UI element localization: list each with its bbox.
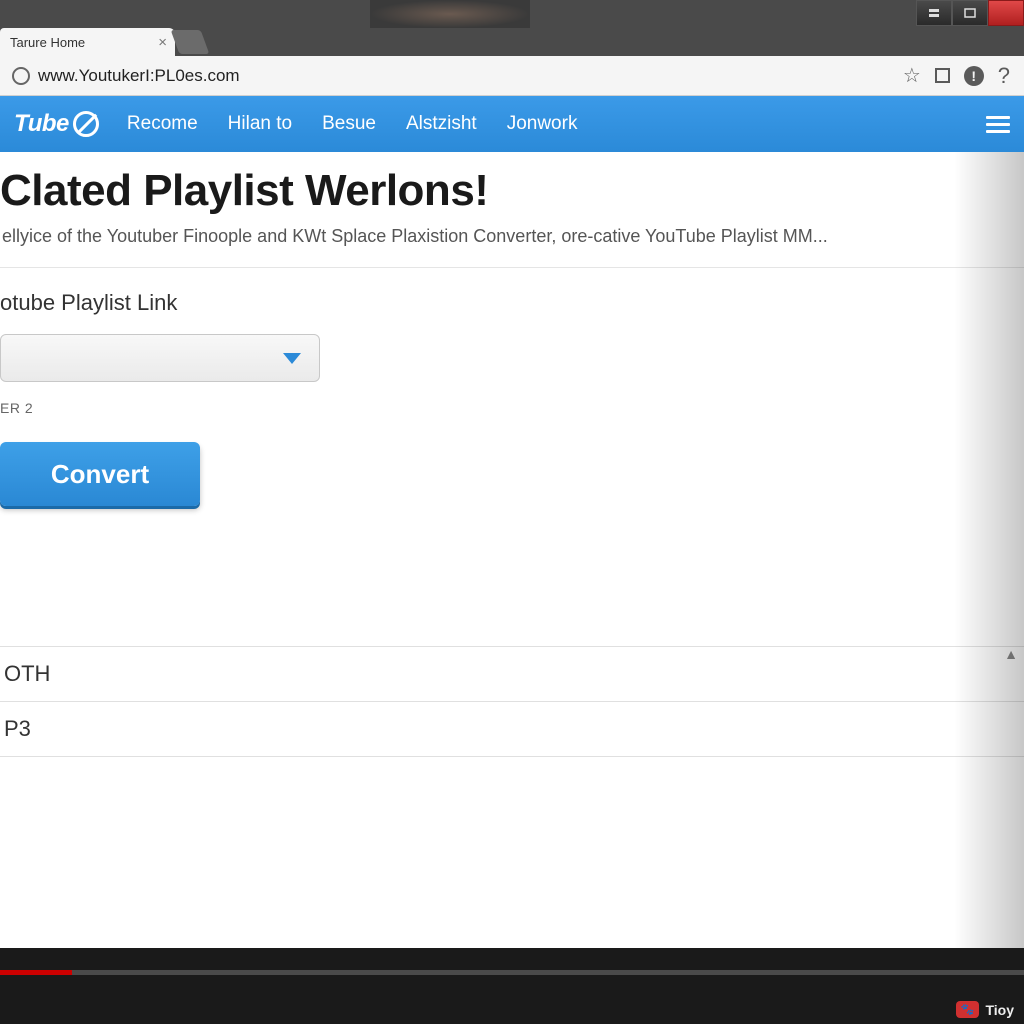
maximize-window-button[interactable]	[952, 0, 988, 26]
nav-link-jonwork[interactable]: Jonwork	[507, 113, 578, 135]
nav-links: Recome Hilan to Besue Alstzisht Jonwork	[127, 113, 578, 135]
browser-tab-active[interactable]: Tarure Home ×	[0, 28, 175, 56]
window-controls	[916, 0, 1024, 28]
system-tray: 🐾 Tioy	[956, 1001, 1014, 1018]
playlist-link-label: otube Playlist Link	[0, 286, 1024, 334]
video-progress-fill	[0, 970, 72, 975]
address-bar: ☆ ! ?	[0, 56, 1024, 96]
format-list: OTH P3	[0, 646, 1024, 757]
list-item[interactable]: P3	[0, 701, 1024, 757]
convert-button[interactable]: Convert	[0, 442, 200, 506]
page-subtitle: ellyice of the Youtuber Finoople and KWt…	[0, 222, 1024, 263]
new-tab-button[interactable]	[171, 30, 210, 54]
nav-link-besue[interactable]: Besue	[322, 113, 376, 135]
secondary-label: ER 2	[0, 398, 1024, 442]
site-info-icon[interactable]	[12, 67, 30, 85]
account-icon[interactable]: !	[964, 66, 984, 86]
nav-link-alstzisht[interactable]: Alstzisht	[406, 113, 477, 135]
nav-link-recome[interactable]: Recome	[127, 113, 198, 135]
tab-title: Tarure Home	[10, 35, 152, 50]
video-progress-track[interactable]	[0, 970, 1024, 975]
help-icon[interactable]: ?	[998, 63, 1010, 89]
site-logo[interactable]: Tube	[14, 110, 99, 138]
page-content: Clated Playlist Werlons! ellyice of the …	[0, 152, 1024, 948]
chevron-down-icon	[283, 353, 301, 364]
close-tab-icon[interactable]: ×	[158, 34, 167, 51]
tray-label: Tioy	[985, 1002, 1014, 1018]
site-top-nav: Tube Recome Hilan to Besue Alstzisht Jon…	[0, 96, 1024, 152]
paw-icon: 🐾	[961, 1003, 975, 1016]
nav-link-hilanto[interactable]: Hilan to	[228, 113, 292, 135]
url-input[interactable]	[38, 62, 895, 90]
extension-square-icon[interactable]	[935, 68, 950, 83]
page-title: Clated Playlist Werlons!	[0, 152, 1024, 222]
tray-app-badge[interactable]: 🐾	[956, 1001, 980, 1018]
hamburger-menu-icon[interactable]	[986, 116, 1010, 133]
star-bookmark-icon[interactable]: ☆	[903, 63, 921, 88]
address-bar-actions: ☆ ! ?	[903, 63, 1016, 89]
divider	[0, 267, 1024, 268]
close-window-button[interactable]	[988, 0, 1024, 26]
youtube-player-bar: 🐾 Tioy	[0, 948, 1024, 1024]
background-video-face	[370, 0, 530, 28]
minimize-window-button[interactable]	[916, 0, 952, 26]
logo-text: Tube	[14, 110, 69, 138]
logo-slash-circle-icon	[73, 111, 99, 137]
list-item[interactable]: OTH	[0, 646, 1024, 701]
scroll-up-arrow-icon[interactable]: ▲	[1004, 646, 1018, 662]
playlist-link-dropdown[interactable]	[0, 334, 320, 382]
